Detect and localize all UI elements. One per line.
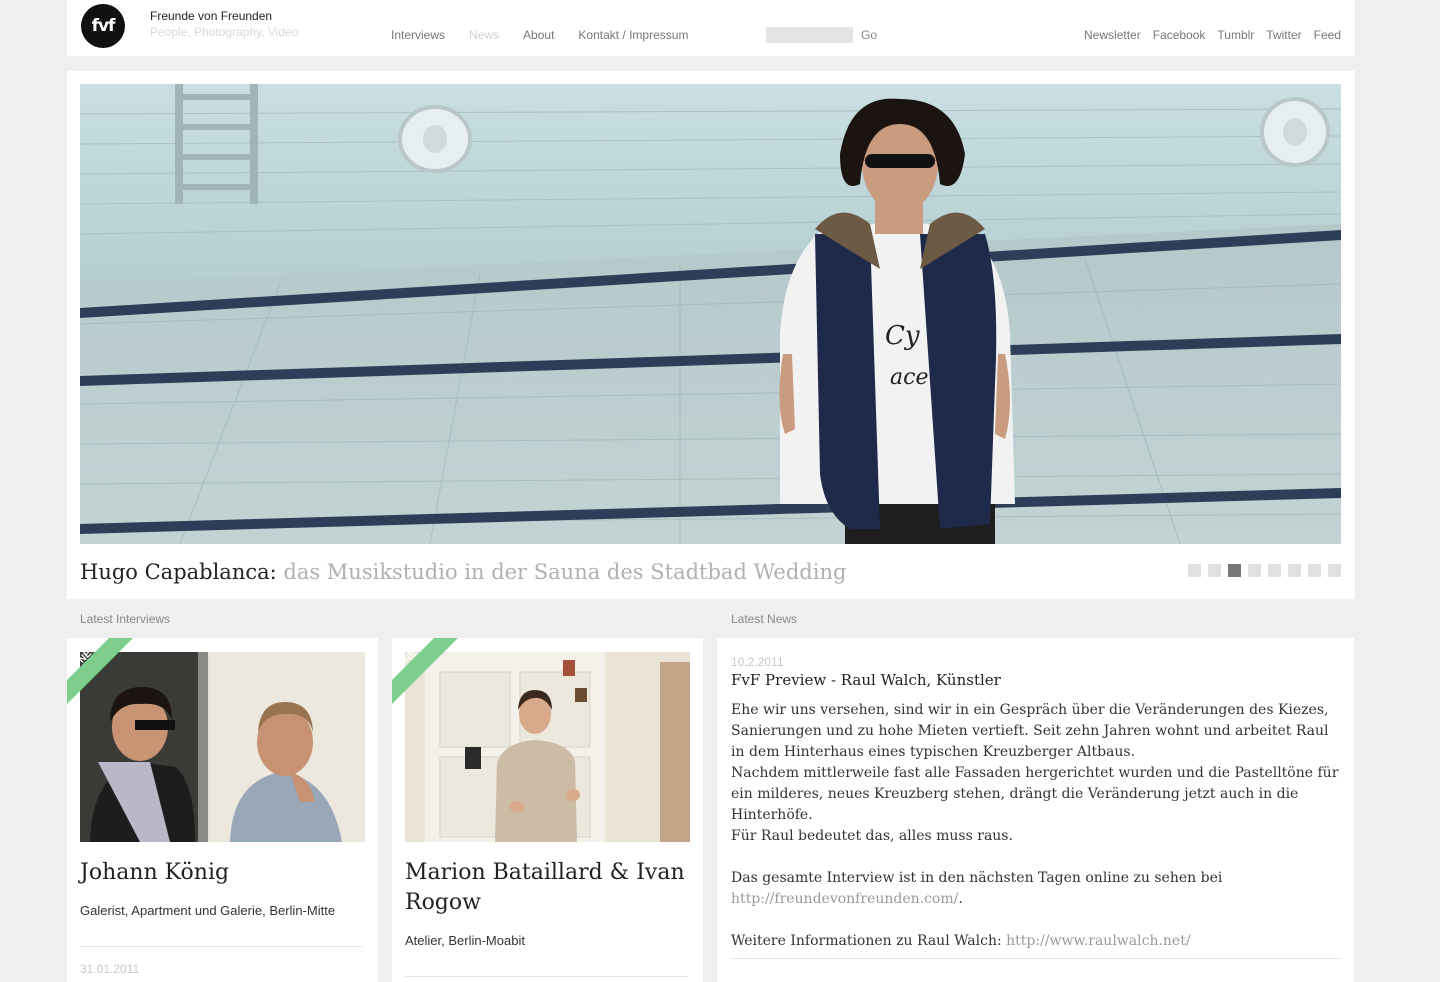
news-body: Ehe wir uns versehen, sind wir in ein Ge…	[731, 700, 1343, 952]
news-paragraph: Weitere Informationen zu Raul Walch: htt…	[731, 931, 1343, 952]
divider	[731, 958, 1341, 959]
interview-card[interactable]: NEW Marion Bataillard & Ivan Rogow Ateli…	[392, 638, 703, 982]
slider-dot-5[interactable]	[1268, 564, 1281, 577]
hero-caption-name: Hugo Capablanca:	[80, 560, 277, 584]
news-text: .	[958, 891, 963, 907]
slider-dot-2[interactable]	[1208, 564, 1221, 577]
interview-title[interactable]: Marion Bataillard & Ivan Rogow	[405, 858, 695, 918]
divider	[80, 946, 362, 947]
slider-dot-7[interactable]	[1308, 564, 1321, 577]
hero-slider: Cy ace Hugo Capablanca: das Musikstudio …	[67, 71, 1355, 599]
news-date: 10.2.2011	[731, 655, 784, 669]
latest-interviews-label: Latest Interviews	[80, 612, 171, 626]
social-links: Newsletter Facebook Tumblr Twitter Feed	[1072, 28, 1341, 42]
search-go-button[interactable]: Go	[861, 28, 877, 42]
hero-caption-subtitle: das Musikstudio in der Sauna des Stadtba…	[276, 560, 847, 584]
tumblr-link[interactable]: Tumblr	[1217, 28, 1254, 42]
nav-item-kontakt[interactable]: Kontakt / Impressum	[578, 28, 688, 42]
fvf-link[interactable]: http://freundevonfreunden.com/	[731, 891, 958, 907]
news-panel: 10.2.2011 FvF Preview - Raul Walch, Küns…	[717, 638, 1354, 982]
hero-caption[interactable]: Hugo Capablanca: das Musikstudio in der …	[80, 560, 846, 584]
slider-dot-6[interactable]	[1288, 564, 1301, 577]
feed-link[interactable]: Feed	[1314, 28, 1341, 42]
slider-dot-8[interactable]	[1328, 564, 1341, 577]
fvf-logo[interactable]: fvf	[81, 4, 125, 48]
interview-description: Galerist, Apartment und Galerie, Berlin-…	[80, 903, 336, 918]
latest-news-label: Latest News	[731, 612, 798, 626]
twitter-link[interactable]: Twitter	[1266, 28, 1301, 42]
news-text: Weitere Informationen zu Raul Walch:	[731, 933, 1007, 949]
slider-dot-4[interactable]	[1248, 564, 1261, 577]
interview-title[interactable]: Johann König	[80, 858, 370, 888]
slider-pagination	[1181, 564, 1341, 577]
news-paragraph: Ehe wir uns versehen, sind wir in ein Ge…	[731, 702, 1329, 760]
nav-item-news[interactable]: News	[469, 28, 499, 42]
interview-card[interactable]: NEW Johann König Galerist, Apartment und…	[67, 638, 378, 982]
site-title[interactable]: Freunde von Freunden	[150, 9, 272, 23]
nav-item-about[interactable]: About	[523, 28, 554, 42]
nav-item-interviews[interactable]: Interviews	[391, 28, 445, 42]
news-text: Das gesamte Interview ist in den nächste…	[731, 870, 1223, 886]
interview-date: 31.01.2011	[80, 962, 140, 976]
hero-photo[interactable]: Cy ace	[80, 84, 1341, 544]
svg-text:Cy: Cy	[885, 321, 920, 351]
slider-dot-1[interactable]	[1188, 564, 1201, 577]
newsletter-link[interactable]: Newsletter	[1084, 28, 1141, 42]
news-paragraph: Das gesamte Interview ist in den nächste…	[731, 868, 1343, 910]
interview-description: Atelier, Berlin-Moabit	[405, 933, 525, 948]
divider	[405, 976, 687, 977]
news-paragraph: Nachdem mittlerweile fast alle Fassaden …	[731, 765, 1339, 823]
raulwalch-link[interactable]: http://www.raulwalch.net/	[1006, 933, 1190, 949]
news-title[interactable]: FvF Preview - Raul Walch, Künstler	[731, 671, 1001, 689]
slider-dot-3[interactable]	[1228, 564, 1241, 577]
svg-text:ace: ace	[890, 365, 928, 390]
main-nav: Interviews News About Kontakt / Impressu…	[391, 28, 712, 42]
search-input[interactable]	[766, 27, 853, 43]
news-paragraph: Für Raul bedeutet das, alles muss raus.	[731, 828, 1013, 844]
site-tagline: People, Photography, Video	[150, 25, 299, 39]
facebook-link[interactable]: Facebook	[1153, 28, 1206, 42]
site-header: fvf Freunde von Freunden People, Photogr…	[67, 0, 1355, 56]
